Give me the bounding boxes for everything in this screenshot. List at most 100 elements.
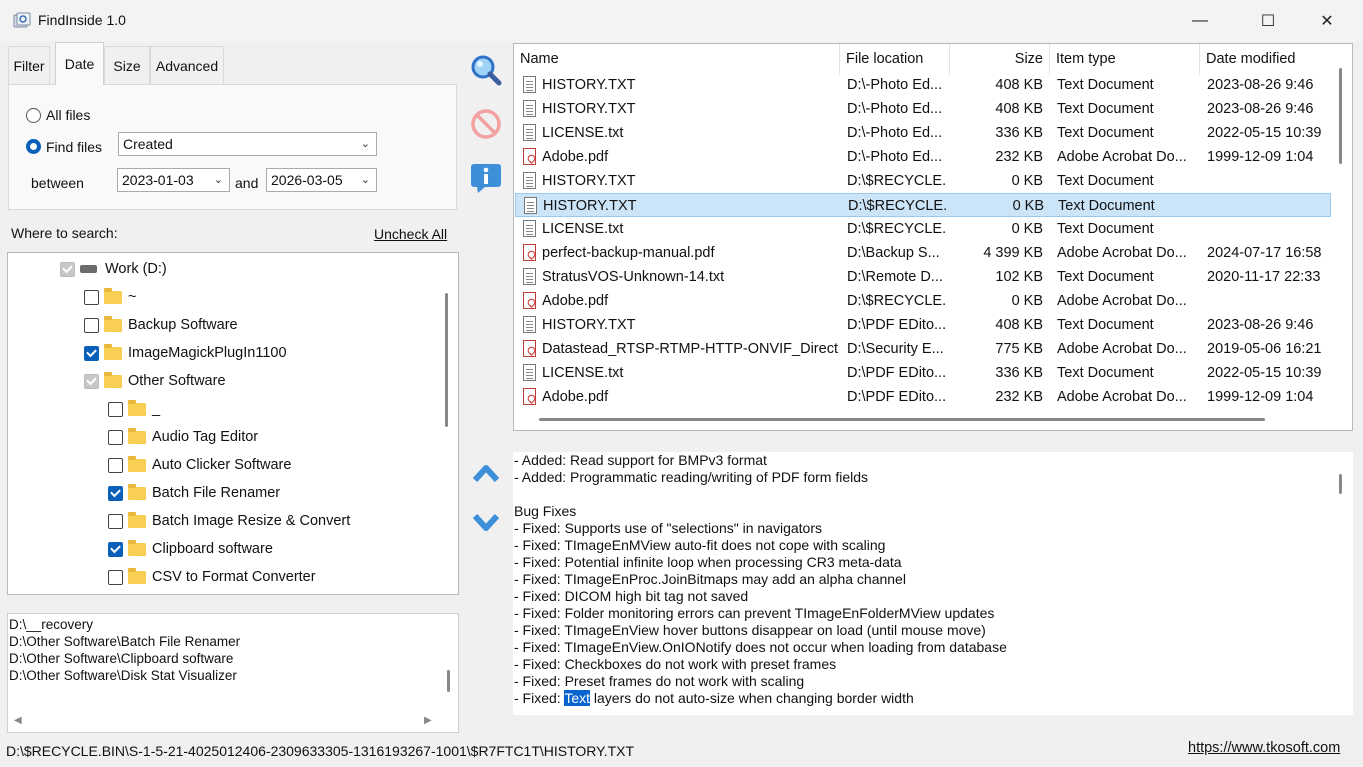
table-row[interactable]: HISTORY.TXT D:\$RECYCLE... 0 KB Text Docume… <box>515 169 1331 193</box>
tree-scrollbar-thumb[interactable] <box>445 293 448 427</box>
cell-size: 102 KB <box>995 269 1043 285</box>
tree-checkbox[interactable] <box>108 429 123 445</box>
cell-size: 408 KB <box>995 77 1043 93</box>
minimize-button[interactable]: — <box>1177 0 1223 42</box>
cell-date: 2020-11-17 22:33 <box>1207 269 1321 285</box>
table-row[interactable]: perfect-backup-manual.pdf D:\Backup S... 4… <box>515 241 1331 265</box>
tree-item[interactable]: Clipboard software <box>108 537 273 561</box>
column-header-date[interactable]: Date modified <box>1200 44 1340 75</box>
search-button[interactable] <box>468 53 502 87</box>
preview-line: - Fixed: TImageEnMView auto-fit does not… <box>514 537 886 553</box>
text-file-icon <box>523 268 536 285</box>
all-files-radio[interactable] <box>26 108 41 123</box>
cell-name: LICENSE.txt <box>542 221 624 237</box>
table-row[interactable]: HISTORY.TXT D:\PDF EDito... 408 KB Text Doc… <box>515 313 1331 337</box>
app-logo-icon <box>13 12 31 28</box>
website-link[interactable]: https://www.tkosoft.com <box>1188 740 1340 756</box>
tree-item[interactable]: _ <box>108 397 160 421</box>
tree-item[interactable]: ImageMagickPlugIn1100 <box>84 341 287 365</box>
table-row[interactable]: Adobe.pdf D:\-Photo Ed... 232 KB Adobe Acro… <box>515 145 1331 169</box>
scroll-left-icon[interactable]: ◀ <box>14 715 22 726</box>
tab-filter[interactable]: Filter <box>8 46 50 84</box>
tree-checkbox[interactable] <box>108 569 123 585</box>
date-mode-value: Created <box>123 136 173 152</box>
tree-item[interactable]: CSV to Format Converter <box>108 565 316 589</box>
tree-checkbox[interactable] <box>84 317 99 333</box>
search-icon <box>471 55 502 86</box>
paths-vscroll-thumb[interactable] <box>447 670 450 692</box>
tree-item[interactable]: Auto Clicker Software <box>108 453 291 477</box>
find-files-radio[interactable] <box>26 139 41 154</box>
tree-item[interactable]: ~ <box>84 285 136 309</box>
tree-item[interactable]: Audio Tag Editor <box>108 425 258 449</box>
cell-size: 232 KB <box>995 149 1043 165</box>
cell-date: 2022-05-15 10:39 <box>1207 365 1322 381</box>
results-hscroll-thumb[interactable] <box>539 418 1265 421</box>
tree-item-label: Batch Image Resize & Convert <box>152 513 351 529</box>
table-row[interactable]: LICENSE.txt D:\PDF EDito... 336 KB Text Doc… <box>515 361 1331 385</box>
cell-size: 0 KB <box>1012 198 1044 214</box>
close-button[interactable]: ✕ <box>1304 0 1350 42</box>
tree-checkbox[interactable] <box>108 457 123 473</box>
start-date-picker[interactable]: 2023-01-03 ⌄ <box>117 168 230 192</box>
pdf-file-icon <box>523 244 536 261</box>
tree-checkbox[interactable] <box>84 373 99 389</box>
date-mode-select[interactable]: Created ⌄ <box>118 132 377 156</box>
cell-name: Adobe.pdf <box>542 293 609 309</box>
table-row[interactable]: Adobe.pdf D:\$RECYCLE... 0 KB Adobe Acrobat… <box>515 289 1331 313</box>
column-header-location[interactable]: File location <box>840 44 950 75</box>
cell-type: Text Document <box>1057 365 1154 381</box>
tree-checkbox[interactable] <box>108 401 123 417</box>
tree-item[interactable]: Other Software <box>84 369 226 393</box>
scroll-right-icon[interactable]: ▶ <box>424 715 432 726</box>
table-row[interactable]: HISTORY.TXT D:\$RECYCLE... 0 KB Text Docume… <box>515 193 1331 217</box>
tab-advanced[interactable]: Advanced <box>150 46 224 84</box>
table-row[interactable]: HISTORY.TXT D:\-Photo Ed... 408 KB Text Doc… <box>515 97 1331 121</box>
column-header-name[interactable]: Name <box>514 44 840 75</box>
tree-item-label: Auto Clicker Software <box>152 457 292 473</box>
cell-type: Adobe Acrobat Do... <box>1057 293 1187 309</box>
preview-line: - Fixed: DICOM high bit tag not saved <box>514 588 749 604</box>
tree-item[interactable]: Batch Image Resize & Convert <box>108 509 350 533</box>
preview-vscroll-thumb[interactable] <box>1339 474 1342 494</box>
folder-tree: Work (D:) ~ Backup Software ImageMagickPlug… <box>7 252 459 595</box>
table-row[interactable]: HISTORY.TXT D:\-Photo Ed... 408 KB Text Doc… <box>515 73 1331 97</box>
table-row[interactable]: Datastead_RTSP-RTMP-HTTP-ONVIF_Direct...… <box>515 337 1331 361</box>
info-button[interactable] <box>469 161 503 195</box>
preview-line: - Fixed: TImageEnView.OnIONotify does no… <box>514 639 1007 655</box>
table-row[interactable]: LICENSE.txt D:\-Photo Ed... 336 KB Text Doc… <box>515 121 1331 145</box>
cell-location: D:\-Photo Ed... <box>847 101 943 117</box>
tab-size[interactable]: Size <box>104 46 150 84</box>
end-date-picker[interactable]: 2026-03-05 ⌄ <box>266 168 377 192</box>
folder-icon <box>128 399 146 416</box>
tab-date[interactable]: Date <box>55 42 104 85</box>
tree-checkbox[interactable] <box>108 513 123 529</box>
stop-button[interactable] <box>470 108 504 142</box>
table-row[interactable]: LICENSE.txt D:\$RECYCLE... 0 KB Text Docume… <box>515 217 1331 241</box>
tree-checkbox[interactable] <box>60 261 75 277</box>
tree-checkbox[interactable] <box>108 485 123 501</box>
tree-item[interactable]: Work (D:) <box>60 257 167 281</box>
tree-item[interactable]: Backup Software <box>84 313 238 337</box>
column-header-type[interactable]: Item type <box>1050 44 1200 75</box>
previous-match-button[interactable] <box>471 460 501 486</box>
maximize-button[interactable]: ☐ <box>1245 0 1291 42</box>
next-match-button[interactable] <box>471 510 501 536</box>
text-preview[interactable]: - Added: Read support for BMPv3 format - … <box>513 452 1353 715</box>
chevron-down-icon <box>472 513 500 531</box>
folder-icon <box>104 371 122 388</box>
results-vscroll-thumb[interactable] <box>1339 68 1342 164</box>
tree-checkbox[interactable] <box>84 345 99 361</box>
table-row[interactable]: Adobe.pdf D:\PDF EDito... 232 KB Adobe Acro… <box>515 385 1331 409</box>
tree-checkbox[interactable] <box>84 289 99 305</box>
chevron-down-icon: ⌄ <box>213 174 223 186</box>
column-header-size[interactable]: Size <box>950 44 1050 75</box>
tree-checkbox[interactable] <box>108 541 123 557</box>
tree-item[interactable]: Batch File Renamer <box>108 481 280 505</box>
preview-line: - Fixed: TImageEnProc.JoinBitmaps may ad… <box>514 571 906 587</box>
tree-item-label: CSV to Format Converter <box>152 569 316 585</box>
uncheck-all-link[interactable]: Uncheck All <box>374 226 447 242</box>
preview-line: - Added: Read support for BMPv3 format <box>514 452 767 468</box>
cell-size: 0 KB <box>1011 173 1043 189</box>
table-row[interactable]: StratusVOS-Unknown-14.txt D:\Remote D... 1… <box>515 265 1331 289</box>
